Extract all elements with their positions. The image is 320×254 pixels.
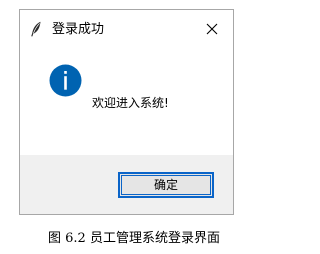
info-icon	[49, 64, 82, 97]
dialog-title: 登录成功	[52, 22, 105, 37]
feather-icon	[30, 21, 42, 37]
close-button[interactable]	[203, 20, 221, 38]
page: 登录成功 欢迎进入系统! 确定 图 6.2 员工管理系统登录界面	[0, 0, 268, 254]
ok-button-label: 确定	[153, 178, 178, 192]
ok-button[interactable]: 确定	[118, 172, 214, 198]
dialog-message: 欢迎进入系统!	[92, 96, 169, 110]
title-bar[interactable]: 登录成功	[20, 10, 233, 44]
message-dialog: 登录成功 欢迎进入系统! 确定	[19, 9, 234, 215]
figure-caption: 图 6.2 员工管理系统登录界面	[48, 231, 220, 246]
close-icon	[206, 23, 218, 35]
